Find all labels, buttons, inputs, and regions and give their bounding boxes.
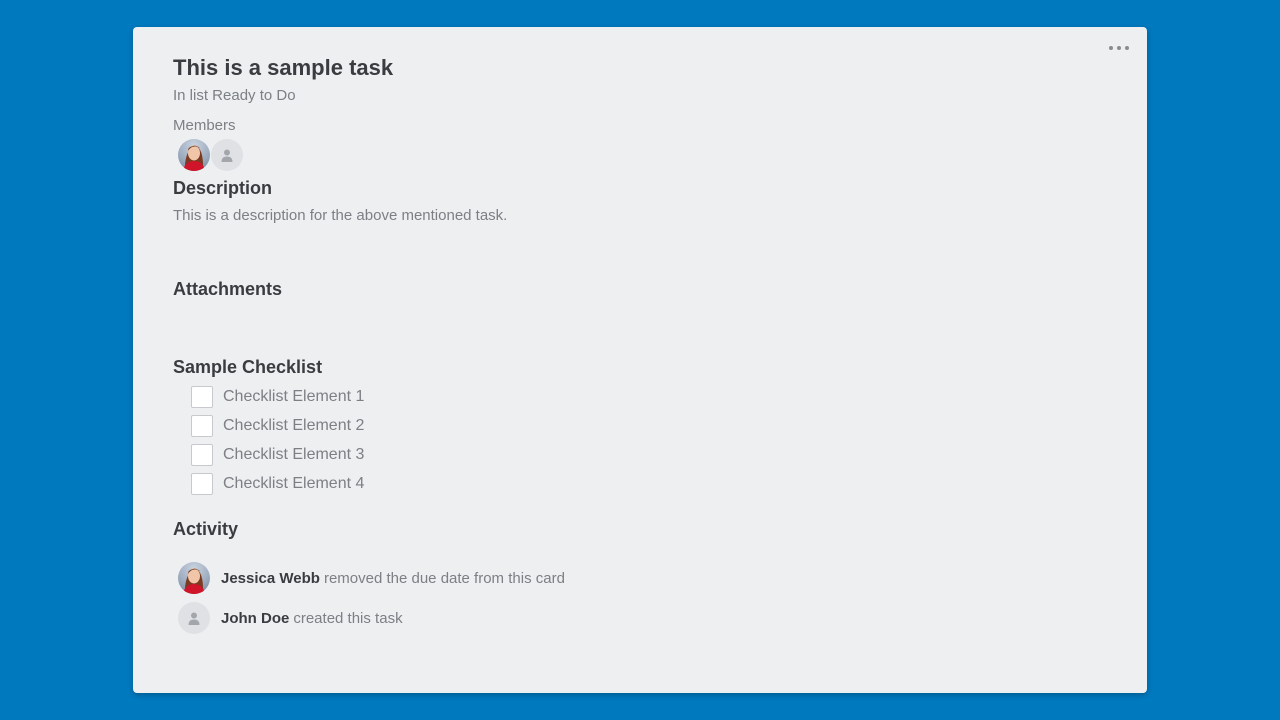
activity-avatar-jessica[interactable] [178,562,210,594]
checklist-checkbox[interactable] [191,472,213,495]
dot [1109,46,1113,50]
checklist-heading: Sample Checklist [173,357,323,377]
dot [1117,46,1121,50]
user-photo-icon [182,145,206,171]
members-list [178,139,244,171]
checklist-item-label: Checklist Element 4 [223,474,365,492]
checklist-checkbox[interactable] [191,414,213,437]
attachments-heading: Attachments [173,279,283,299]
checklist-checkbox[interactable] [191,443,213,466]
checklist: Checklist Element 1 Checklist Element 2 … [191,382,364,498]
task-card: This is a sample task In list Ready to D… [133,27,1147,693]
members-label: Members [173,117,236,134]
description-text[interactable]: This is a description for the above ment… [173,207,507,224]
member-avatar-jessica[interactable] [178,139,210,171]
activity-avatar-default[interactable] [178,602,210,634]
checklist-item: Checklist Element 2 [191,411,364,440]
task-title[interactable]: This is a sample task [173,55,393,81]
user-icon [188,612,200,625]
checklist-checkbox[interactable] [191,385,213,408]
activity-user-name[interactable]: Jessica Webb [221,570,320,587]
checklist-item-label: Checklist Element 3 [223,445,365,463]
description-heading: Description [173,178,273,198]
checklist-item: Checklist Element 4 [191,469,364,498]
activity-entry: Jessica Webb removed the due date from t… [178,562,565,594]
user-icon [221,149,233,162]
activity-text: removed the due date from this card [323,569,565,587]
activity-user-name[interactable]: John Doe [221,610,289,627]
checklist-item-label: Checklist Element 1 [223,387,365,405]
activity-entry: John Doe created this task [178,602,403,634]
activity-text: created this task [293,609,403,627]
checklist-item: Checklist Element 1 [191,382,364,411]
member-avatar-default[interactable] [211,139,243,171]
more-options-icon[interactable] [1109,41,1129,55]
dot [1125,46,1129,50]
checklist-item-label: Checklist Element 2 [223,416,365,434]
list-location: In list Ready to Do [173,87,296,104]
checklist-item: Checklist Element 3 [191,440,364,469]
activity-heading: Activity [173,519,239,539]
user-photo-icon [182,568,206,594]
